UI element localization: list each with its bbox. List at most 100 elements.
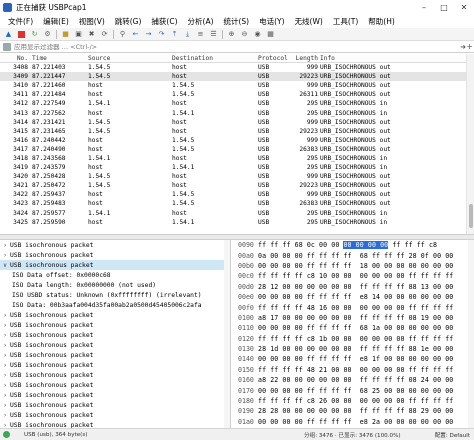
detail-tree-item[interactable]: › USB isochronous packet xyxy=(0,380,230,390)
hex-row[interactable]: 0180 ff ff ff ff c8 26 00 00 00 00 00 00 … xyxy=(236,396,474,406)
column-header-no[interactable]: No. xyxy=(8,55,30,62)
packet-row[interactable]: 3423 87.259483 host 1.54.5 USB 26383 URB_ISOCH… xyxy=(0,199,474,208)
packet-row[interactable]: 3417 87.240490 host 1.54.5 USB 26383 URB_ISOCH… xyxy=(0,145,474,154)
add-filter-button-icon[interactable]: + xyxy=(466,42,473,51)
column-header-source[interactable]: Source xyxy=(88,55,172,62)
hex-row[interactable]: 01a0 00 00 00 00 ff ff ff ff e8 2a 00 00 … xyxy=(236,417,474,427)
packet-row[interactable]: 3422 87.259437 host 1.54.5 USB 999 URB_ISOCHRO… xyxy=(0,190,474,199)
packet-row[interactable]: 3424 87.259577 1.54.1 host USB 295 URB_ISOCHRO… xyxy=(0,209,474,218)
menu-view[interactable]: 视图(V) xyxy=(74,16,110,27)
last-packet-icon[interactable]: ⤓ xyxy=(183,30,192,39)
detail-tree-item[interactable]: › USB isochronous packet xyxy=(0,320,230,330)
autoscroll-icon[interactable]: ≡ xyxy=(196,30,205,39)
hex-row[interactable]: 0150 ff ff ff ff 48 21 00 00 00 00 00 00 … xyxy=(236,365,474,375)
expand-right-icon[interactable]: › xyxy=(0,372,10,379)
menu-tools[interactable]: 工具(T) xyxy=(328,16,363,27)
menu-telephony[interactable]: 电话(Y) xyxy=(254,16,289,27)
expand-right-icon[interactable]: › xyxy=(0,382,10,389)
hex-row[interactable]: 0170 00 00 00 00 ff ff ff ff 68 25 00 00 … xyxy=(236,385,474,395)
colorize-icon[interactable]: ☰ xyxy=(209,30,218,39)
hex-row[interactable]: 0110 00 00 00 00 ff ff ff ff 68 1a 00 00 … xyxy=(236,323,474,333)
expand-right-icon[interactable]: › xyxy=(0,332,10,339)
detail-tree-item[interactable]: › USB isochronous packet xyxy=(0,330,230,340)
capture-options-icon[interactable]: ⚙ xyxy=(43,30,52,39)
capture-status-icon[interactable] xyxy=(3,431,10,438)
detail-tree-item[interactable]: ∨ USB isochronous packet xyxy=(0,260,230,270)
reload-icon[interactable]: ⟳ xyxy=(100,30,109,39)
packet-row[interactable]: 3408 87.221403 1.54.5 host USB 999 URB_ISOCHRO… xyxy=(0,63,474,72)
detail-field[interactable]: ISO Data: 00b3aafa004d35fa00ab2a0500d454… xyxy=(0,300,230,310)
expand-right-icon[interactable]: › xyxy=(0,362,10,369)
maximize-icon[interactable]: □ xyxy=(434,0,454,14)
first-packet-icon[interactable]: ⤒ xyxy=(170,30,179,39)
save-file-icon[interactable]: ▣ xyxy=(74,30,83,39)
go-forward-icon[interactable]: → xyxy=(144,30,153,39)
expand-right-icon[interactable]: › xyxy=(0,252,10,259)
open-file-icon[interactable]: ■ xyxy=(61,30,70,39)
hex-row[interactable]: 0100 a8 17 00 00 00 00 00 00 ff ff ff ff … xyxy=(236,313,474,323)
detail-tree-item[interactable]: › USB isochronous packet xyxy=(0,340,230,350)
packet-row[interactable]: 3421 87.250472 1.54.5 host USB 29223 URB_ISOCH… xyxy=(0,181,474,190)
menu-go[interactable]: 跳转(G) xyxy=(110,16,147,27)
packet-row[interactable]: 3410 87.221460 host 1.54.5 USB 999 URB_ISOCHRO… xyxy=(0,81,474,90)
menu-capture[interactable]: 捕获(C) xyxy=(146,16,182,27)
menu-file[interactable]: 文件(F) xyxy=(3,16,38,27)
resize-columns-icon[interactable]: ▦ xyxy=(266,30,275,39)
packet-row[interactable]: 3419 87.243579 host 1.54.1 USB 295 URB_ISOCHRO… xyxy=(0,163,474,172)
expand-right-icon[interactable]: › xyxy=(0,402,10,409)
packet-row[interactable]: 3409 87.221447 1.54.5 host USB 29223 URB_ISOCH… xyxy=(0,72,474,82)
menu-edit[interactable]: 编辑(E) xyxy=(38,16,74,27)
hex-row[interactable]: 0190 28 28 00 00 00 00 00 00 ff ff ff ff … xyxy=(236,406,474,416)
stop-capture-icon[interactable] xyxy=(17,30,26,39)
detail-field[interactable]: ISO Data offset: 0x0000c68 xyxy=(0,270,230,280)
packet-row[interactable]: 3420 87.250428 1.54.5 host USB 999 URB_ISOCHRO… xyxy=(0,172,474,181)
bookmark-filter-icon[interactable] xyxy=(3,42,11,51)
expand-right-icon[interactable]: › xyxy=(0,322,10,329)
find-packet-icon[interactable]: ⚲ xyxy=(118,30,127,39)
hex-row[interactable]: 0130 28 1d 00 00 00 00 00 00 ff ff ff ff … xyxy=(236,344,474,354)
column-header-destination[interactable]: Destination xyxy=(172,55,258,62)
menu-statistics[interactable]: 统计(S) xyxy=(219,16,255,27)
shark-fin-start-icon[interactable]: ▲ xyxy=(4,30,13,39)
hex-row[interactable]: 00b0 00 00 00 00 ff ff ff ff 18 00 00 00 … xyxy=(236,261,474,271)
detail-tree-item[interactable]: › USB isochronous packet xyxy=(0,390,230,400)
packet-list-scrollbar[interactable] xyxy=(466,54,474,234)
packet-row[interactable]: 3411 87.221484 host 1.54.5 USB 26311 URB_ISOCH… xyxy=(0,90,474,99)
expand-right-icon[interactable]: › xyxy=(0,352,10,359)
expand-right-icon[interactable]: › xyxy=(0,242,10,249)
hex-row[interactable]: 00e0 00 00 00 00 ff ff ff ff e8 14 00 00 … xyxy=(236,292,474,302)
detail-tree-item[interactable]: › USB isochronous packet xyxy=(0,250,230,260)
detail-tree-item[interactable]: › USB isochronous packet xyxy=(0,240,230,250)
column-header-time[interactable]: Time xyxy=(30,55,88,62)
detail-field[interactable]: ISO Data length: 0x00000000 (not used) xyxy=(0,280,230,290)
detail-tree-item[interactable]: › USB isochronous packet xyxy=(0,360,230,370)
detail-field[interactable]: ISO USBD status: Unknown (0xffffffff) (i… xyxy=(0,290,230,300)
detail-tree-item[interactable]: › USB isochronous packet xyxy=(0,400,230,410)
zoom-in-icon[interactable]: ⊕ xyxy=(227,30,236,39)
detail-tree-item[interactable]: › USB isochronous packet xyxy=(0,410,230,420)
packet-row[interactable]: 3425 87.259590 host 1.54.1 USB 295 URB_ISOCHRO… xyxy=(0,218,474,227)
detail-tree-item[interactable]: › USB isochronous packet xyxy=(0,310,230,320)
hex-row[interactable]: 0120 ff ff ff ff c8 1b 00 00 00 00 00 00 … xyxy=(236,334,474,344)
scrollbar-thumb[interactable] xyxy=(469,204,473,228)
go-to-packet-icon[interactable]: ↷ xyxy=(157,30,166,39)
go-back-icon[interactable]: ← xyxy=(131,30,140,39)
minimize-icon[interactable]: – xyxy=(414,0,434,14)
packet-row[interactable]: 3418 87.243568 1.54.1 host USB 295 URB_ISOCHRO… xyxy=(0,154,474,163)
hex-row[interactable]: 00c0 ff ff ff ff c8 10 00 00 00 00 00 00 … xyxy=(236,271,474,281)
hex-row[interactable]: 0160 a8 22 00 00 00 00 00 00 ff ff ff ff … xyxy=(236,375,474,385)
bytes-scrollbar[interactable] xyxy=(468,240,474,428)
zoom-out-icon[interactable]: ⊖ xyxy=(240,30,249,39)
expand-right-icon[interactable]: › xyxy=(0,312,10,319)
menu-help[interactable]: 帮助(H) xyxy=(363,16,400,27)
hex-row[interactable]: 00f0 ff ff ff ff 48 16 00 00 00 00 00 00 … xyxy=(236,302,474,312)
display-filter-input[interactable] xyxy=(14,42,434,51)
restart-capture-icon[interactable]: ↻ xyxy=(30,30,39,39)
column-header-protocol[interactable]: Protocol xyxy=(258,55,290,62)
close-icon[interactable]: ✕ xyxy=(454,0,474,14)
hex-row[interactable]: 00a0 0a 00 00 00 ff ff ff ff 68 ff ff ff … xyxy=(236,250,474,260)
column-header-length[interactable]: Length xyxy=(290,55,320,62)
hex-row[interactable]: 0090 ff ff ff 68 0c 00 00 00 00 00 00 ff … xyxy=(236,240,474,250)
packet-row[interactable]: 3413 87.227562 host 1.54.1 USB 295 URB_ISOCHRO… xyxy=(0,108,474,117)
packet-row[interactable]: 3412 87.227549 1.54.1 host USB 295 URB_ISOCHRO… xyxy=(0,99,474,108)
